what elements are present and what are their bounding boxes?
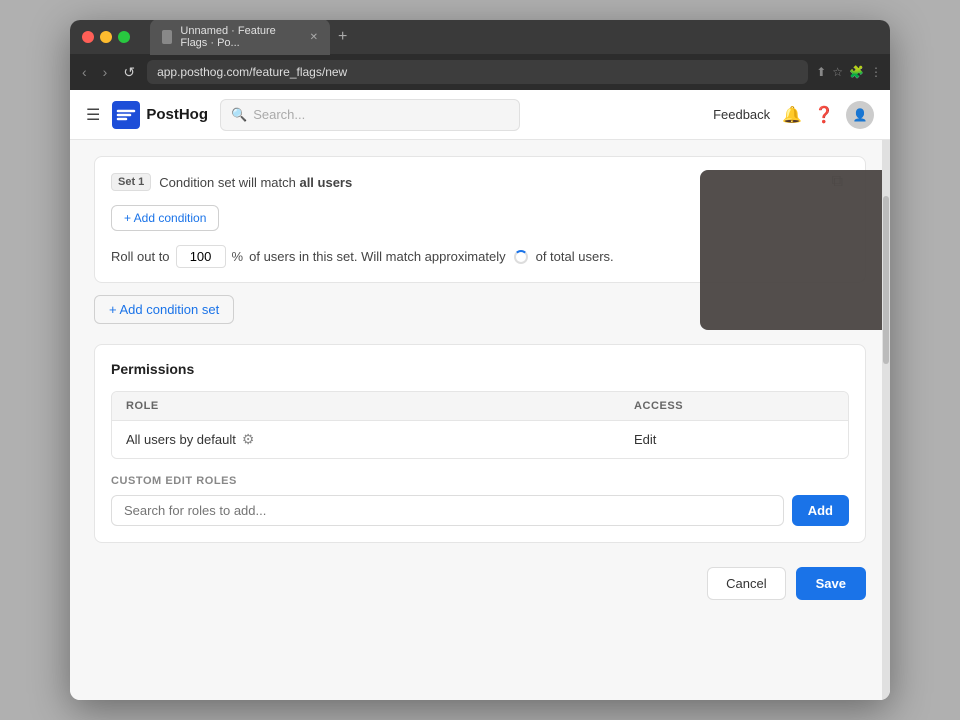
- search-icon: 🔍: [231, 107, 247, 123]
- add-condition-set-button[interactable]: + Add condition set: [94, 295, 234, 324]
- role-cell: All users by default ⚙: [126, 431, 634, 448]
- url-bar-icons: ⬆ ☆ 🧩 ⋮: [816, 65, 882, 79]
- roles-search-row: Add: [111, 495, 849, 526]
- url-text: app.posthog.com/feature_flags/new: [157, 65, 347, 79]
- permissions-title: Permissions: [111, 361, 849, 377]
- add-condition-button[interactable]: + Add condition: [111, 205, 219, 231]
- traffic-lights: [82, 31, 130, 43]
- access-cell: Edit: [634, 432, 834, 447]
- access-value: Edit: [634, 432, 656, 447]
- col-access-header: ACCESS: [634, 400, 834, 412]
- loading-spinner-icon: [514, 250, 528, 264]
- avatar[interactable]: 👤: [846, 101, 874, 129]
- bookmark-icon[interactable]: ☆: [832, 65, 843, 79]
- search-bar[interactable]: 🔍 Search...: [220, 99, 520, 131]
- permissions-section: Permissions ROLE ACCESS All users by def…: [94, 344, 866, 543]
- rollout-suffix2: of total users.: [536, 249, 614, 264]
- search-placeholder-text: Search...: [253, 107, 305, 122]
- table-header: ROLE ACCESS: [112, 392, 848, 420]
- permissions-table: ROLE ACCESS All users by default ⚙ Edit: [111, 391, 849, 459]
- scrollbar[interactable]: [882, 140, 890, 700]
- scrollbar-thumb[interactable]: [883, 196, 889, 364]
- logo[interactable]: PostHog: [112, 101, 208, 129]
- active-tab[interactable]: Unnamed · Feature Flags · Po... ✕: [150, 20, 330, 55]
- notifications-button[interactable]: 🔔: [782, 105, 802, 125]
- refresh-button[interactable]: ↺: [119, 62, 139, 83]
- role-name: All users by default: [126, 432, 236, 447]
- forward-button[interactable]: ›: [99, 62, 112, 82]
- posthog-logo-icon: [112, 101, 140, 129]
- help-button[interactable]: ❓: [814, 105, 834, 125]
- minimize-window-button[interactable]: [100, 31, 112, 43]
- custom-edit-roles-label: CUSTOM EDIT ROLES: [111, 475, 849, 487]
- hamburger-menu-icon[interactable]: ☰: [86, 105, 100, 125]
- set-badge: Set 1: [111, 173, 151, 191]
- tab-favicon-icon: [162, 30, 172, 44]
- settings-icon[interactable]: ⚙: [242, 431, 255, 448]
- tab-bar: Unnamed · Feature Flags · Po... ✕ +: [150, 20, 878, 55]
- menu-icon[interactable]: ⋮: [870, 65, 882, 79]
- rollout-input[interactable]: [176, 245, 226, 268]
- rollout-suffix: of users in this set. Will match approxi…: [249, 249, 505, 264]
- condition-description: Condition set will match all users: [159, 175, 352, 190]
- condition-bold: all users: [299, 175, 352, 190]
- new-tab-button[interactable]: +: [338, 28, 347, 46]
- rollout-percent-label: %: [232, 249, 244, 264]
- address-bar: ‹ › ↺ app.posthog.com/feature_flags/new …: [70, 54, 890, 90]
- col-role-header: ROLE: [126, 400, 634, 412]
- cancel-button[interactable]: Cancel: [707, 567, 785, 600]
- extensions-icon[interactable]: 🧩: [849, 65, 864, 79]
- url-bar[interactable]: app.posthog.com/feature_flags/new: [147, 60, 808, 84]
- logo-text: PostHog: [146, 106, 208, 123]
- app-header: ☰ PostHog 🔍 Search... Feedback 🔔 ❓ 👤: [70, 90, 890, 140]
- browser-window: Unnamed · Feature Flags · Po... ✕ + ‹ › …: [70, 20, 890, 700]
- rollout-prefix: Roll out to: [111, 249, 170, 264]
- back-button[interactable]: ‹: [78, 62, 91, 82]
- close-window-button[interactable]: [82, 31, 94, 43]
- header-right: Feedback 🔔 ❓ 👤: [713, 101, 874, 129]
- table-row: All users by default ⚙ Edit: [112, 420, 848, 458]
- condition-prefix: Condition set will match: [159, 175, 299, 190]
- tooltip-overlay: [700, 170, 890, 330]
- tab-close-button[interactable]: ✕: [310, 32, 318, 43]
- roles-search-input[interactable]: [111, 495, 784, 526]
- main-content: Set 1 Condition set will match all users…: [70, 140, 890, 700]
- footer-actions: Cancel Save: [94, 555, 866, 600]
- fullscreen-window-button[interactable]: [118, 31, 130, 43]
- tab-title: Unnamed · Feature Flags · Po...: [180, 25, 297, 49]
- feedback-button[interactable]: Feedback: [713, 107, 770, 122]
- add-role-button[interactable]: Add: [792, 495, 849, 526]
- title-bar: Unnamed · Feature Flags · Po... ✕ +: [70, 20, 890, 54]
- share-icon[interactable]: ⬆: [816, 65, 826, 79]
- save-button[interactable]: Save: [796, 567, 866, 600]
